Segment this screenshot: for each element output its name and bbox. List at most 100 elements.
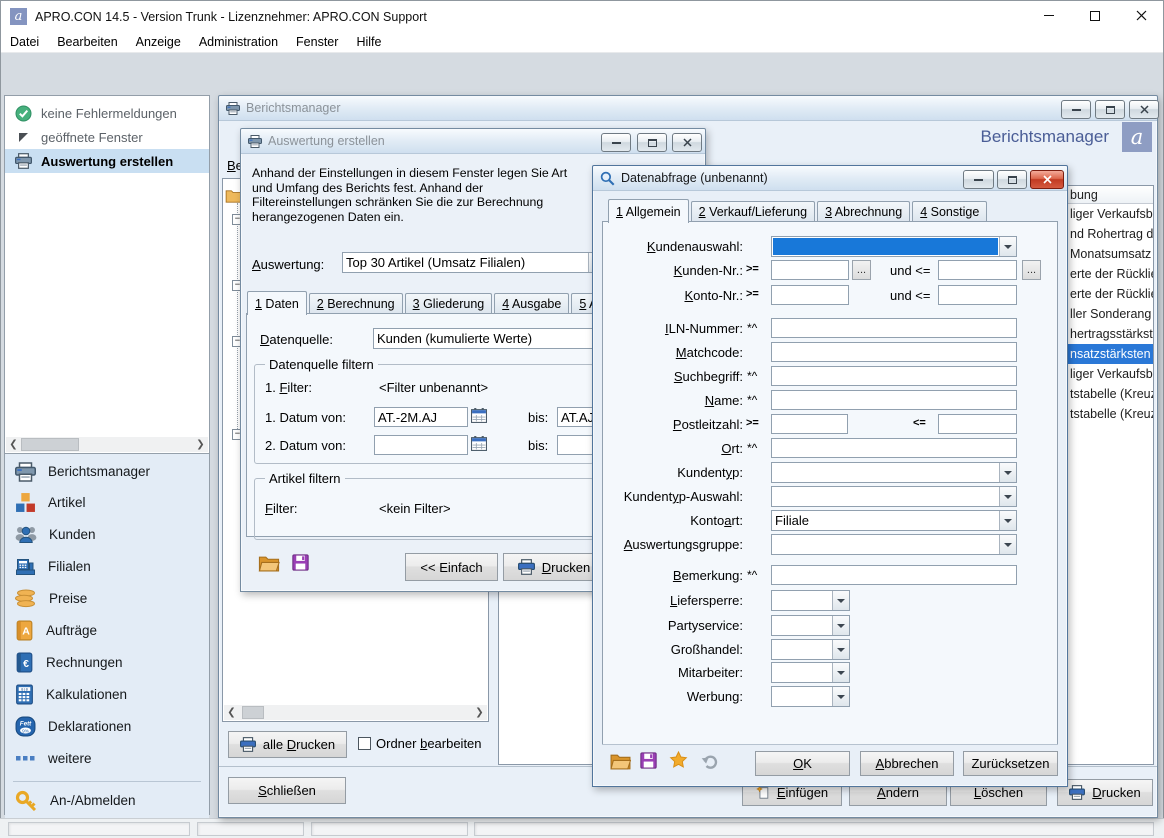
- zuruecksetzen-button[interactable]: Zurücksetzen: [963, 751, 1058, 776]
- chevron-down-icon[interactable]: [832, 663, 849, 682]
- bemerkung-input[interactable]: [771, 565, 1017, 585]
- open-folder-icon[interactable]: [610, 753, 631, 770]
- sidebar-item-berichtsmanager[interactable]: Berichtsmanager: [5, 454, 209, 486]
- menu-administration[interactable]: Administration: [190, 32, 287, 53]
- sidebar-item-kalkulationen[interactable]: 0|0 Kalkulationen: [5, 678, 209, 710]
- datum2-von-input[interactable]: [374, 435, 468, 455]
- tab-berechnung[interactable]: 2 Berechnung: [309, 293, 403, 314]
- scrollbar-thumb[interactable]: [242, 706, 264, 719]
- chevron-down-icon[interactable]: [999, 511, 1016, 530]
- save-floppy-icon[interactable]: [292, 554, 309, 571]
- auswertung-combobox[interactable]: Top 30 Artikel (Umsatz Filialen): [342, 252, 606, 273]
- alle-drucken-button[interactable]: alle Drucken: [228, 731, 347, 758]
- sidebar-horizontal-scrollbar[interactable]: ❮ ❯: [6, 437, 208, 452]
- iln-nummer-input[interactable]: [771, 318, 1017, 338]
- ok-button[interactable]: OK: [755, 751, 850, 776]
- kunden-nr-von-browse-button[interactable]: ...: [852, 260, 871, 280]
- close-button[interactable]: [1030, 170, 1064, 189]
- menu-anzeige[interactable]: Anzeige: [127, 32, 190, 53]
- abbrechen-button[interactable]: Abbrechen: [860, 751, 954, 776]
- scroll-right-icon[interactable]: ❯: [193, 439, 208, 450]
- drucken-button[interactable]: Drucken: [503, 553, 605, 581]
- drucken-button[interactable]: Drucken: [1057, 779, 1153, 806]
- minimize-button[interactable]: [1061, 100, 1091, 119]
- sidebar-item-weitere[interactable]: weitere: [5, 742, 209, 774]
- mitarbeiter-combobox[interactable]: [771, 662, 850, 683]
- chevron-down-icon[interactable]: [832, 591, 849, 610]
- maximize-button[interactable]: [1072, 0, 1118, 31]
- tab-sonstige[interactable]: 4 Sonstige: [912, 201, 987, 222]
- minimize-button[interactable]: [601, 133, 631, 152]
- sidebar-item-auftraege[interactable]: A Aufträge: [5, 614, 209, 646]
- scroll-right-icon[interactable]: ❯: [472, 707, 487, 718]
- kunden-nr-bis-browse-button[interactable]: ...: [1022, 260, 1041, 280]
- sidebar-item-deklarationen[interactable]: Fett9% Deklarationen: [5, 710, 209, 742]
- menu-hilfe[interactable]: Hilfe: [347, 32, 390, 53]
- open-folder-icon[interactable]: [258, 555, 280, 572]
- minimize-button[interactable]: [1026, 0, 1072, 31]
- sidebar-item-geoeffnete-fenster[interactable]: geöffnete Fenster: [5, 125, 209, 149]
- chevron-down-icon[interactable]: [832, 687, 849, 706]
- calendar-icon[interactable]: [471, 408, 487, 423]
- menu-fenster[interactable]: Fenster: [287, 32, 347, 53]
- tab-daten[interactable]: 1 Daten: [247, 291, 307, 315]
- chevron-down-icon[interactable]: [999, 535, 1016, 554]
- minimize-button[interactable]: [963, 170, 994, 189]
- close-button[interactable]: [1118, 0, 1164, 31]
- partyservice-combobox[interactable]: [771, 615, 850, 636]
- scroll-left-icon[interactable]: ❮: [6, 439, 21, 450]
- chevron-down-icon[interactable]: [999, 487, 1016, 506]
- datum1-von-input[interactable]: [374, 407, 468, 427]
- sidebar-item-filialen[interactable]: Filialen: [5, 550, 209, 582]
- sidebar-item-artikel[interactable]: Artikel: [5, 486, 209, 518]
- kontoart-combobox[interactable]: Filiale: [771, 510, 1017, 531]
- menu-bearbeiten[interactable]: Bearbeiten: [48, 32, 126, 53]
- liefersperre-combobox[interactable]: [771, 590, 850, 611]
- sidebar-item-preise[interactable]: Preise: [5, 582, 209, 614]
- konto-nr-bis-input[interactable]: [938, 285, 1017, 305]
- favorite-star-icon[interactable]: [669, 751, 688, 769]
- auswertungsgruppe-combobox[interactable]: [771, 534, 1017, 555]
- sidebar-item-auswertung-erstellen[interactable]: Auswertung erstellen: [5, 149, 209, 173]
- maximize-button[interactable]: [1095, 100, 1125, 119]
- dialog-titlebar[interactable]: Auswertung erstellen: [241, 129, 705, 154]
- close-button[interactable]: [672, 133, 702, 152]
- suchbegriff-input[interactable]: [771, 366, 1017, 386]
- dialog-titlebar[interactable]: Datenabfrage (unbenannt): [593, 166, 1067, 191]
- schliessen-button[interactable]: Schließen: [228, 777, 346, 804]
- ort-input[interactable]: [771, 438, 1017, 458]
- einfach-button[interactable]: << Einfach: [405, 553, 498, 581]
- tree-horizontal-scrollbar[interactable]: ❮ ❯: [224, 705, 487, 720]
- calendar-icon[interactable]: [471, 436, 487, 451]
- kundenauswahl-combobox[interactable]: [771, 236, 1017, 257]
- kunden-nr-bis-input[interactable]: [938, 260, 1017, 280]
- kunden-nr-von-input[interactable]: [771, 260, 849, 280]
- close-button[interactable]: [1129, 100, 1159, 119]
- berichtsmanager-titlebar[interactable]: Berichtsmanager: [219, 96, 1157, 121]
- sidebar-item-rechnungen[interactable]: € Rechnungen: [5, 646, 209, 678]
- matchcode-input[interactable]: [771, 342, 1017, 362]
- grosshandel-combobox[interactable]: [771, 639, 850, 660]
- chevron-down-icon[interactable]: [999, 237, 1016, 256]
- sidebar-item-an-abmelden[interactable]: An-/Abmelden: [5, 782, 209, 818]
- chevron-down-icon[interactable]: [832, 616, 849, 635]
- sidebar-item-fehlermeldungen[interactable]: keine Fehlermeldungen: [5, 101, 209, 125]
- postleitzahl-von-input[interactable]: [771, 414, 848, 434]
- tab-allgemein[interactable]: 1 Allgemein: [608, 199, 689, 223]
- save-floppy-icon[interactable]: [640, 752, 657, 769]
- werbung-combobox[interactable]: [771, 686, 850, 707]
- tab-abrechnung[interactable]: 3 Abrechnung: [817, 201, 910, 222]
- name-input[interactable]: [771, 390, 1017, 410]
- tab-ausgabe[interactable]: 4 Ausgabe: [494, 293, 569, 314]
- sidebar-item-kunden[interactable]: Kunden: [5, 518, 209, 550]
- undo-icon[interactable]: [700, 753, 719, 769]
- kundentyp-combobox[interactable]: [771, 462, 1017, 483]
- postleitzahl-bis-input[interactable]: [938, 414, 1017, 434]
- kundentyp-auswahl-combobox[interactable]: [771, 486, 1017, 507]
- scroll-left-icon[interactable]: ❮: [224, 707, 239, 718]
- tab-verkauf-lieferung[interactable]: 2 Verkauf/Lieferung: [691, 201, 815, 222]
- chevron-down-icon[interactable]: [999, 463, 1016, 482]
- maximize-button[interactable]: [997, 170, 1027, 189]
- konto-nr-von-input[interactable]: [771, 285, 849, 305]
- menu-datei[interactable]: Datei: [1, 32, 48, 53]
